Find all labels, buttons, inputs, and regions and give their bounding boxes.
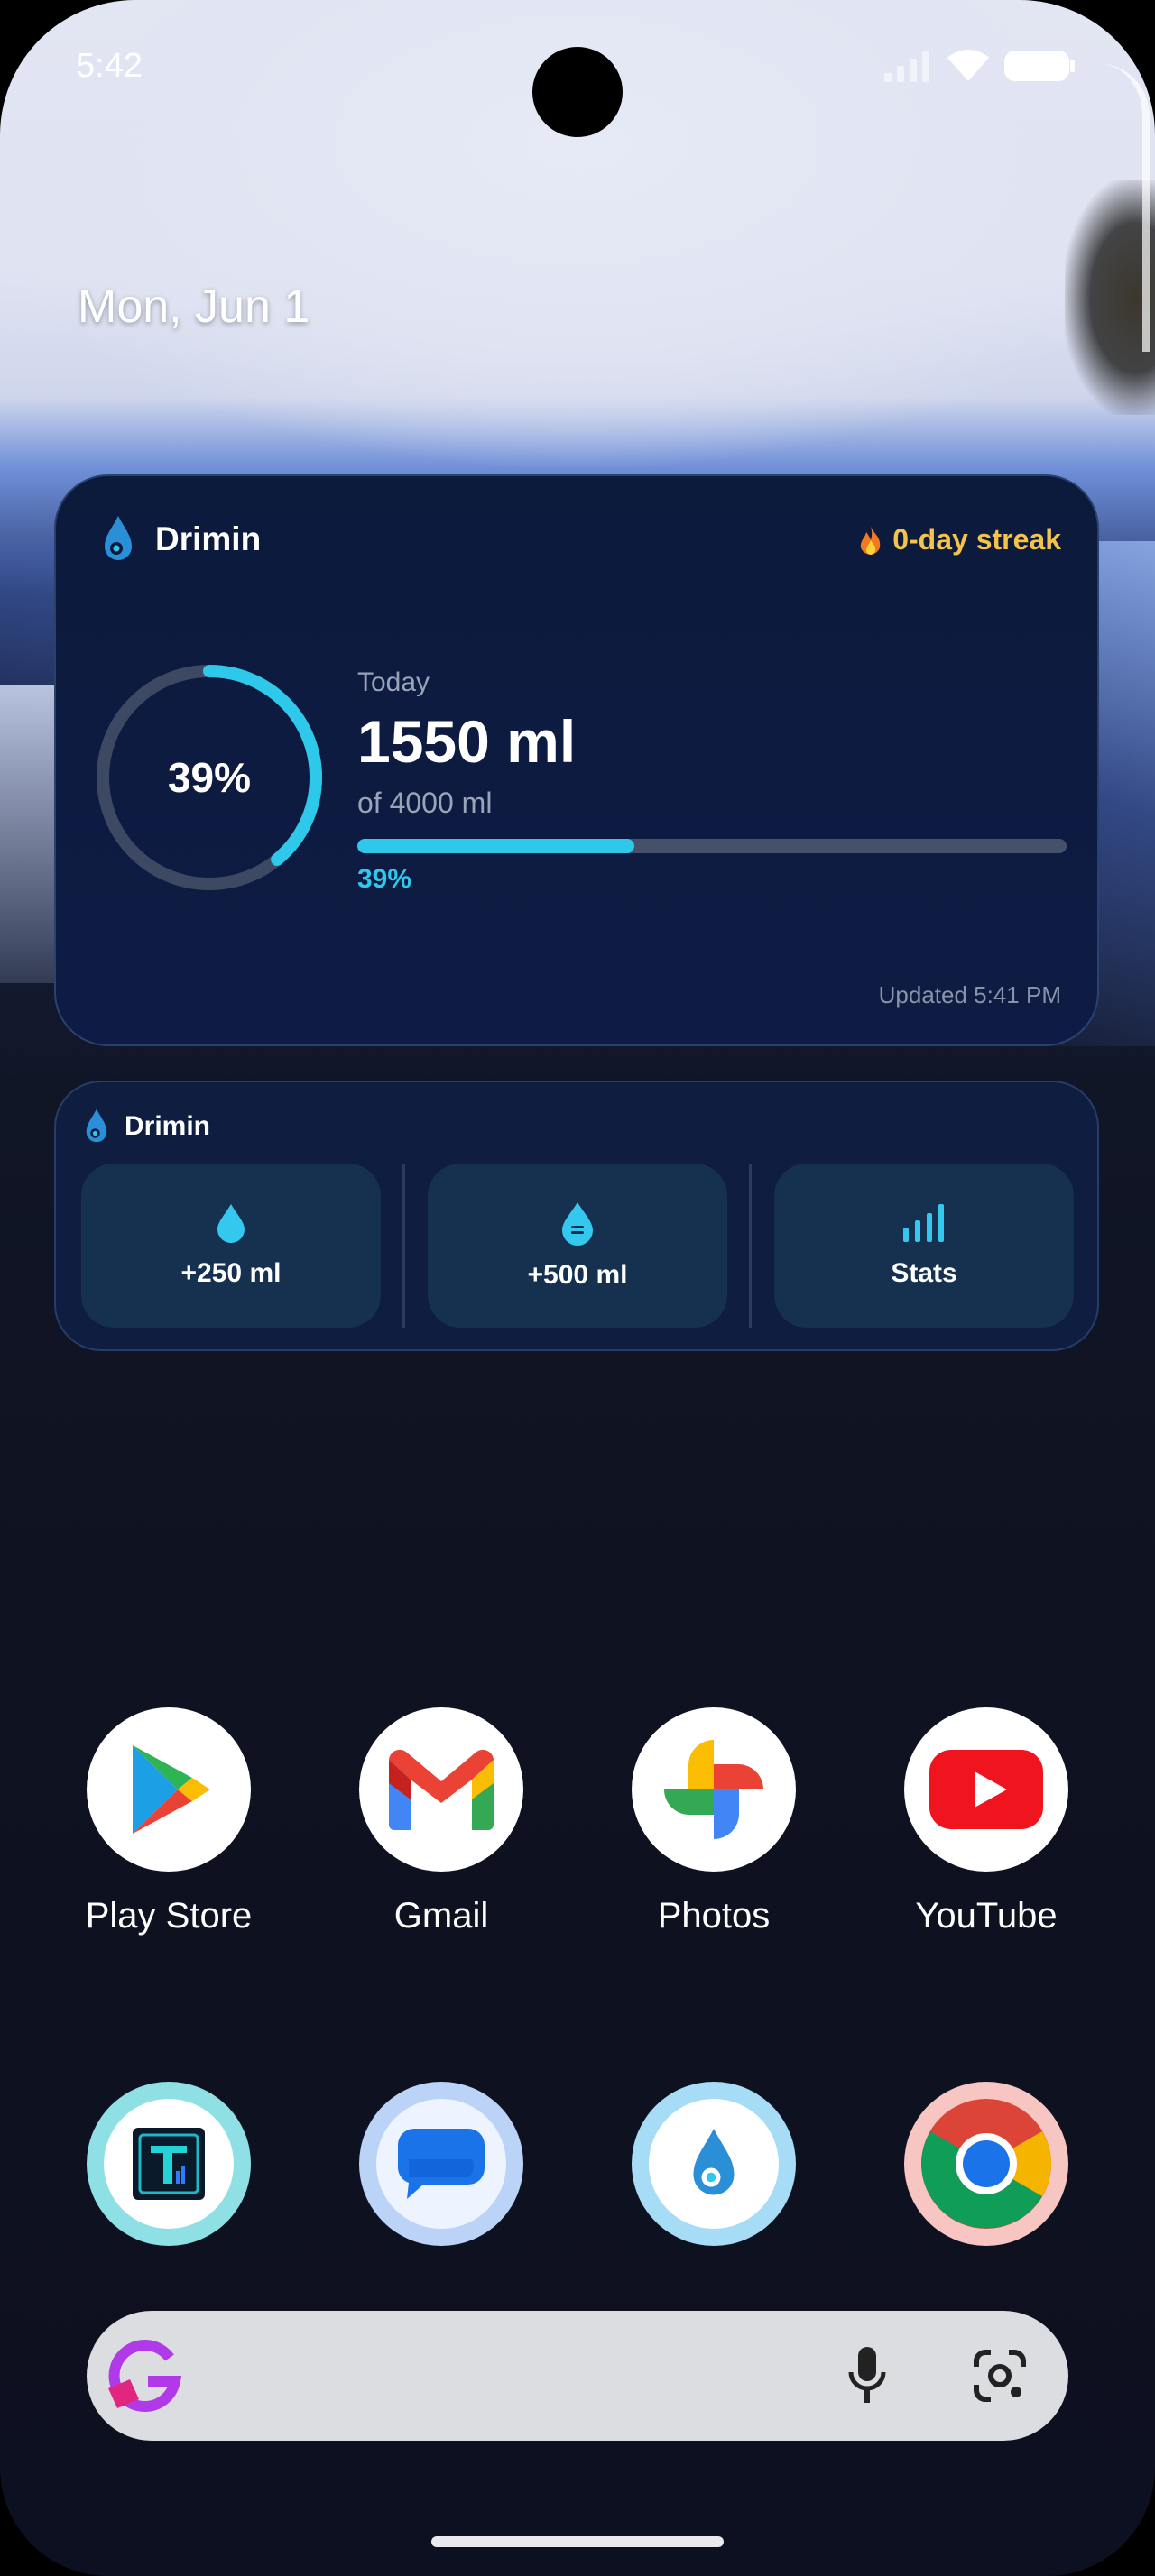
progress-bar (357, 839, 1067, 853)
bar-chart-icon (903, 1204, 944, 1242)
stats-label: Stats (891, 1258, 957, 1288)
gmail-icon (389, 1749, 494, 1830)
photos-app[interactable] (632, 1707, 796, 1872)
drimin-logo-icon (86, 1109, 107, 1143)
updated-time: Updated 5:41 PM (878, 981, 1061, 1008)
camera-cutout (532, 47, 623, 137)
widget-app-name: Drimin (155, 520, 262, 557)
widget-header: Drimin (101, 514, 261, 565)
home-screen: 5:42 Mon, Jun 1 Drimin 0-day streak 39% … (0, 0, 1155, 2576)
drimin-progress-widget[interactable]: Drimin 0-day streak 39% Today 1550 ml of… (54, 474, 1099, 1046)
fire-icon (861, 525, 881, 555)
today-label: Today (357, 667, 430, 697)
photos-icon (664, 1740, 763, 1839)
drimin-actions-widget: Drimin +250 ml +500 ml Stats (54, 1081, 1099, 1351)
drimin-logo-icon (105, 516, 132, 560)
ring-percent-label: 39% (167, 754, 252, 801)
t-app-icon (133, 2128, 205, 2200)
add-250-button[interactable]: +250 ml (81, 1164, 381, 1328)
widget-app-name: Drimin (125, 1111, 211, 1141)
drimin-frame (649, 2099, 779, 2229)
status-time: 5:42 (76, 47, 143, 85)
progress-percent: 39% (357, 864, 412, 894)
intake-amount: 1550 ml (357, 708, 577, 775)
messages-frame (376, 2099, 506, 2229)
streak-label: 0-day streak (892, 523, 1061, 556)
streak-badge: 0-day streak (858, 523, 1061, 557)
photos-label: Photos (657, 1896, 771, 1936)
divider (402, 1164, 405, 1328)
widget-header: Drimin (83, 1108, 210, 1145)
google-logo-icon (108, 2340, 182, 2413)
messages-app[interactable] (359, 2082, 523, 2246)
gmail-label: Gmail (393, 1896, 489, 1936)
add-500-button[interactable]: +500 ml (428, 1164, 727, 1328)
microphone-icon[interactable] (846, 2345, 888, 2406)
chrome-app[interactable] (904, 2082, 1068, 2246)
divider (749, 1164, 752, 1328)
t-app-frame (104, 2099, 234, 2229)
status-icons (882, 49, 1076, 83)
play-store-label: Play Store (85, 1896, 253, 1936)
date-label[interactable]: Mon, Jun 1 (78, 280, 310, 334)
wallpaper-shape (1097, 63, 1150, 352)
intake-goal: of 4000 ml (357, 787, 493, 819)
youtube-icon (929, 1750, 1043, 1829)
lens-camera-icon[interactable] (973, 2349, 1027, 2403)
add-500-label: +500 ml (527, 1260, 628, 1290)
water-glass-icon (562, 1202, 593, 1246)
search-bar[interactable] (87, 2311, 1068, 2441)
youtube-label: YouTube (915, 1896, 1058, 1936)
progress-ring: 39% (92, 660, 327, 895)
home-indicator[interactable] (431, 2536, 724, 2547)
signal-icon (884, 51, 929, 82)
battery-icon (1004, 51, 1075, 81)
chrome-icon (921, 2099, 1051, 2229)
water-drop-icon (217, 1204, 245, 1243)
progress-bar-fill (357, 839, 634, 853)
drimin-app[interactable] (632, 2082, 796, 2246)
youtube-app[interactable] (904, 1707, 1068, 1872)
wifi-icon (947, 50, 989, 81)
t-app[interactable] (87, 2082, 251, 2246)
stats-button[interactable]: Stats (774, 1164, 1074, 1328)
messages-icon (398, 2129, 485, 2199)
play-store-app[interactable] (87, 1707, 251, 1872)
play-store-icon (133, 1745, 210, 1834)
drimin-icon (693, 2129, 735, 2195)
add-250-label: +250 ml (180, 1258, 282, 1288)
gmail-app[interactable] (359, 1707, 523, 1872)
